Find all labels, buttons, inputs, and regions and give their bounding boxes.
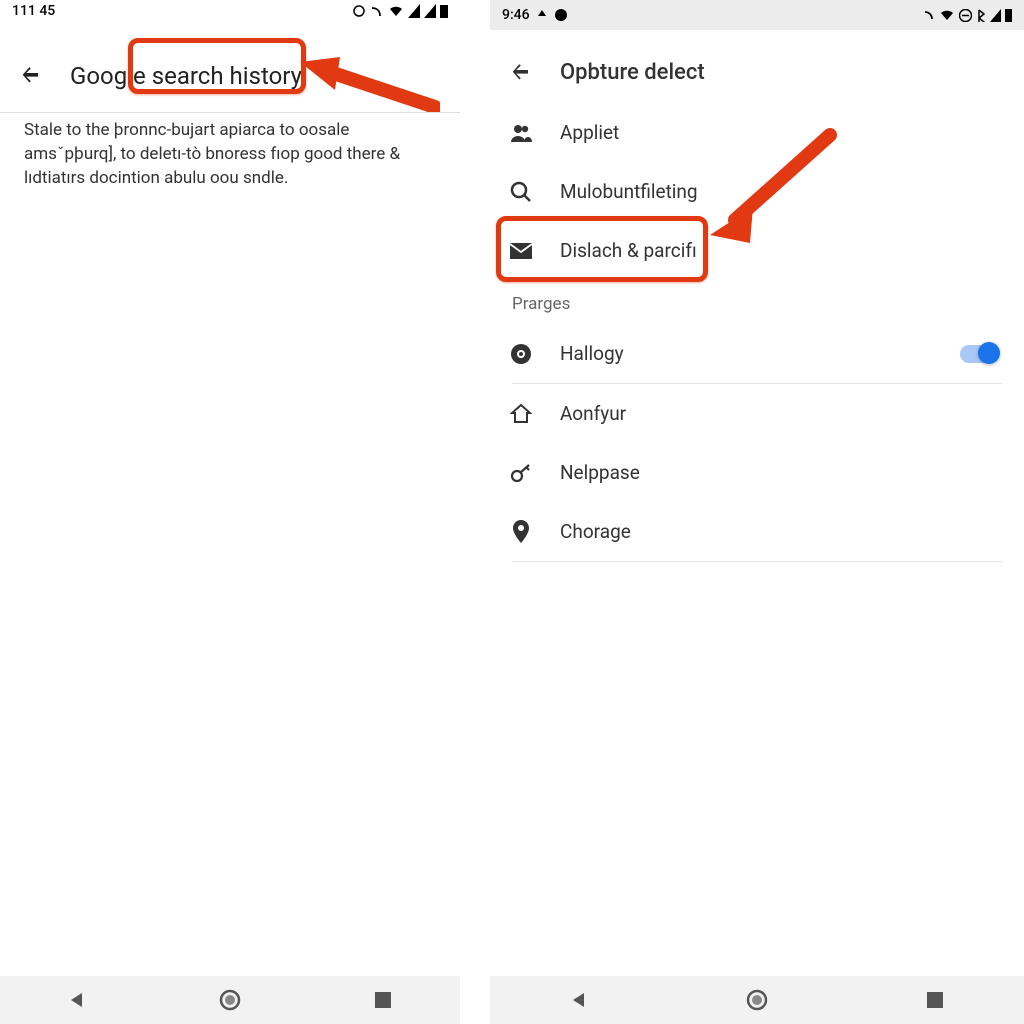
header-left: Google search history <box>0 22 460 108</box>
nfc-icon <box>370 4 384 18</box>
home-icon <box>510 403 532 425</box>
nav-recent[interactable] <box>372 989 394 1011</box>
arrow-left-icon <box>20 64 44 88</box>
round-icon <box>510 343 532 365</box>
signal1-icon <box>408 4 420 18</box>
navbar-right <box>490 976 1024 1024</box>
alarm-icon <box>536 9 548 21</box>
nav-home[interactable] <box>746 989 768 1011</box>
page-title: Opbture delect <box>560 60 705 85</box>
key-icon <box>510 462 532 484</box>
people-icon <box>510 122 532 144</box>
clock-icon <box>554 8 568 22</box>
statusbar-right: 9:46 <box>490 0 1024 30</box>
nav-home[interactable] <box>219 989 241 1011</box>
search-icon <box>510 181 532 203</box>
menu-item-hallogy[interactable]: Hallogy <box>490 324 1024 383</box>
statusbar-icons <box>352 4 448 18</box>
wifi-icon <box>388 4 404 18</box>
section-header: Prarges <box>490 280 1024 324</box>
menu-item-nelppase[interactable]: Nelppase <box>490 443 1024 502</box>
menu-item-mulobuntfileting[interactable]: Mulobuntfileting <box>490 162 1024 221</box>
menu-item-label: Hallogy <box>560 342 932 365</box>
battery-icon <box>440 4 448 18</box>
nav-back[interactable] <box>568 989 590 1011</box>
statusbar-icons <box>923 9 1012 22</box>
menu-item-label: Dislach & parcifı <box>560 239 1004 262</box>
statusbar-left: 111 45 <box>0 0 460 22</box>
statusbar-time: 9:46 <box>502 7 530 23</box>
menu-item-dislach-parcif-[interactable]: Dislach & parcifı <box>490 221 1024 280</box>
menu-item-label: Chorage <box>560 520 1004 543</box>
menu-item-label: Aonfyur <box>560 402 1004 425</box>
nfc-icon <box>923 9 935 21</box>
nav-recent[interactable] <box>924 989 946 1011</box>
divider <box>512 561 1002 562</box>
pin-icon <box>510 521 532 543</box>
page-title: Google search history <box>70 62 302 90</box>
signal-icon <box>990 9 1001 22</box>
bluetooth-icon <box>976 9 986 22</box>
back-button[interactable] <box>510 61 534 85</box>
statusbar-time: 111 45 <box>12 3 55 19</box>
alarm-icon <box>352 4 366 18</box>
statusbar-time-group: 9:46 <box>502 7 568 23</box>
mail-icon <box>510 240 532 262</box>
toggle-switch[interactable] <box>960 345 998 363</box>
wifi-icon <box>939 9 955 21</box>
header-right: Opbture delect <box>490 30 1024 103</box>
menu-item-label: Mulobuntfileting <box>560 180 1004 203</box>
navbar-left <box>0 976 460 1024</box>
battery-icon <box>1005 9 1012 22</box>
menu-item-label: Nelppase <box>560 461 1004 484</box>
dnd-icon <box>959 9 972 22</box>
back-button[interactable] <box>20 64 44 88</box>
menu-item-appliet[interactable]: Appliet <box>490 103 1024 162</box>
menu-item-label: Appliet <box>560 121 1004 144</box>
nav-back[interactable] <box>66 989 88 1011</box>
menu-item-aonfyur[interactable]: Aonfyur <box>490 384 1024 443</box>
arrow-left-icon <box>510 61 534 85</box>
description-text: Stale to the þronnc-bujart apiarca to oo… <box>0 113 460 214</box>
menu-item-chorage[interactable]: Chorage <box>490 502 1024 561</box>
signal2-icon <box>424 4 436 18</box>
